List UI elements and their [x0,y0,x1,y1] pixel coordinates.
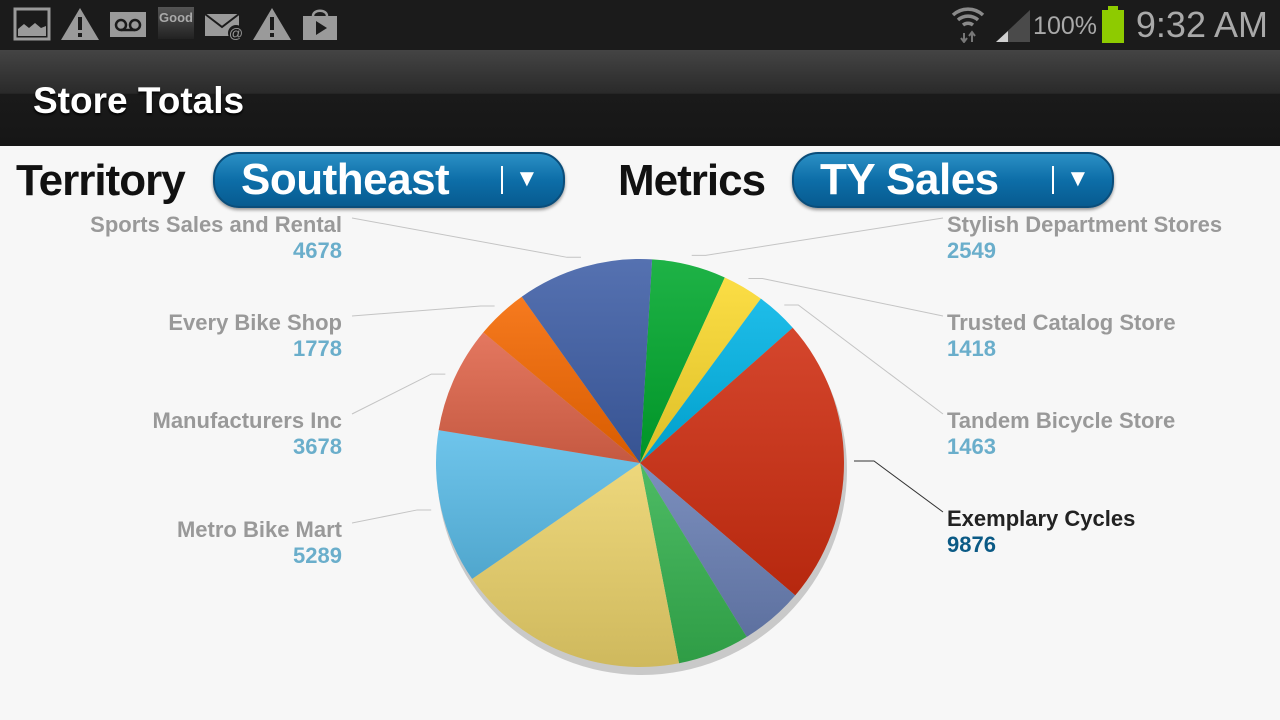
leader-line [351,509,432,524]
slice-value-label: 1778 [293,336,342,361]
leader-line [351,305,495,317]
slice-name-label: Manufacturers Inc [153,408,343,433]
slice-name-label: Exemplary Cycles [947,506,1135,531]
slice-value-label: 1418 [947,336,996,361]
slice-name-label: Trusted Catalog Store [947,310,1176,335]
leader-line [748,278,944,317]
leader-line [351,217,581,258]
slice-name-label: Every Bike Shop [168,310,342,335]
slice-name-label: Stylish Department Stores [947,212,1222,237]
leader-line [691,217,944,256]
pie-chart: Stylish Department Stores2549 Trusted Cat… [90,212,1222,675]
slice-value-label: 9876 [947,532,996,557]
slice-value-label: 1463 [947,434,996,459]
leader-line [351,373,446,415]
slice-value-label: 3678 [293,434,342,459]
slice-value-label: 5289 [293,543,342,568]
slice-name-label: Tandem Bicycle Store [947,408,1175,433]
leader-line [853,460,944,513]
slice-name-label: Sports Sales and Rental [90,212,342,237]
slice-name-label: Metro Bike Mart [177,517,343,542]
slice-value-label: 2549 [947,238,996,263]
slice-value-label: 4678 [293,238,342,263]
